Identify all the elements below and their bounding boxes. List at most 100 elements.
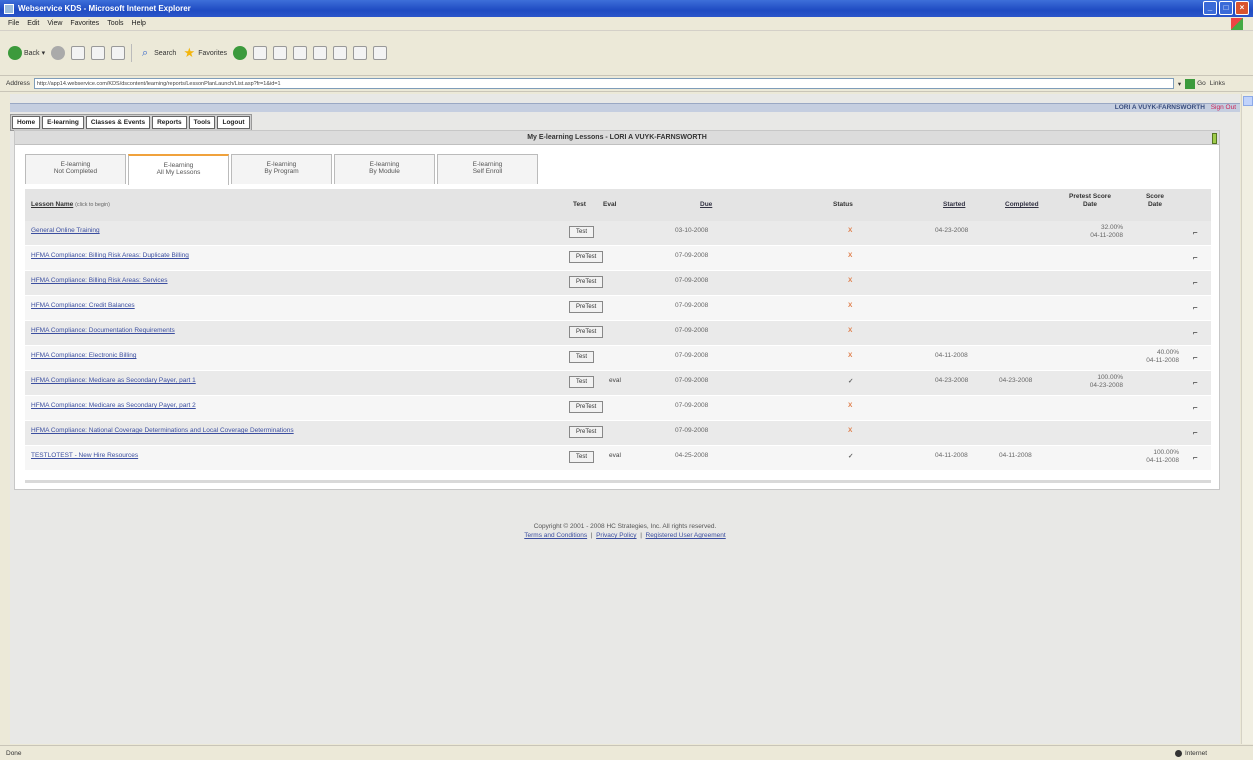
signout-link[interactable]: Sign Out bbox=[1211, 104, 1236, 111]
links-button[interactable]: Links bbox=[1210, 80, 1225, 87]
history-icon[interactable] bbox=[253, 46, 268, 60]
test-button[interactable]: Test bbox=[569, 451, 595, 463]
status-mark: X bbox=[848, 402, 853, 409]
nav-elearning[interactable]: E-learning bbox=[42, 116, 84, 129]
edit-icon[interactable] bbox=[313, 46, 328, 60]
research-icon[interactable] bbox=[353, 46, 368, 60]
test-button[interactable]: PreTest bbox=[569, 276, 604, 288]
test-button[interactable]: PreTest bbox=[569, 301, 604, 313]
lesson-name-link[interactable]: HFMA Compliance: Credit Balances bbox=[31, 302, 135, 309]
scroll-thumb[interactable] bbox=[1243, 96, 1253, 106]
nav-logout[interactable]: Logout bbox=[217, 116, 250, 129]
lesson-name-link[interactable]: HFMA Compliance: Documentation Requireme… bbox=[31, 327, 175, 334]
status-mark: ✓ bbox=[848, 453, 854, 460]
certificate-icon[interactable]: ⌐ bbox=[1193, 253, 1198, 262]
media-icon[interactable] bbox=[233, 46, 248, 60]
pretest-score: 100.00% 04-23-2008 bbox=[1089, 374, 1123, 389]
go-button[interactable]: Go bbox=[1185, 78, 1206, 89]
forward-button[interactable] bbox=[51, 46, 66, 60]
lesson-name-link[interactable]: HFMA Compliance: Electronic Billing bbox=[31, 352, 136, 359]
table-row: HFMA Compliance: Documentation Requireme… bbox=[25, 321, 1211, 346]
due-date: 07-09-2008 bbox=[675, 352, 709, 359]
test-button[interactable]: PreTest bbox=[569, 326, 604, 338]
col-score: Score Date bbox=[1145, 193, 1165, 208]
messenger-icon[interactable] bbox=[373, 46, 388, 60]
address-input[interactable]: http://app14.webservice.com/KDS/dsconten… bbox=[33, 78, 1174, 89]
table-body: General Online Training Test 03-10-2008 X 04… bbox=[25, 221, 1211, 471]
tab-by-program[interactable]: E-learning By Program bbox=[231, 154, 332, 184]
window-controls: _ □ × bbox=[1203, 1, 1249, 15]
test-button[interactable]: PreTest bbox=[569, 251, 604, 263]
refresh-icon[interactable] bbox=[91, 46, 106, 60]
maximize-button[interactable]: □ bbox=[1219, 1, 1233, 15]
status-mark: X bbox=[848, 302, 853, 309]
nav-classes-events[interactable]: Classes & Events bbox=[85, 116, 151, 129]
test-button[interactable]: Test bbox=[569, 376, 595, 388]
tab-by-module[interactable]: E-learning By Module bbox=[334, 154, 435, 184]
lesson-name-link[interactable]: General Online Training bbox=[31, 227, 100, 234]
status-mark: X bbox=[848, 252, 853, 259]
col-due[interactable]: Due bbox=[700, 201, 712, 208]
menu-tools[interactable]: Tools bbox=[107, 20, 123, 27]
lesson-name-link[interactable]: HFMA Compliance: Medicare as Secondary P… bbox=[31, 377, 196, 384]
menu-favorites[interactable]: Favorites bbox=[70, 20, 99, 27]
back-button[interactable]: Back ▾ bbox=[8, 46, 45, 60]
test-button[interactable]: Test bbox=[569, 226, 595, 238]
due-date: 07-09-2008 bbox=[675, 427, 709, 434]
print-icon[interactable] bbox=[293, 46, 308, 60]
eval-link[interactable]: eval bbox=[609, 377, 621, 384]
certificate-icon[interactable]: ⌐ bbox=[1193, 353, 1198, 362]
nav-tools[interactable]: Tools bbox=[188, 116, 216, 129]
privacy-link[interactable]: Privacy Policy bbox=[596, 532, 636, 539]
lessons-table: Lesson Name (click to begin) Test Eval D… bbox=[25, 189, 1211, 471]
security-zone: Internet bbox=[1174, 749, 1207, 757]
menu-edit[interactable]: Edit bbox=[27, 20, 39, 27]
tab-not-completed[interactable]: E-learning Not Completed bbox=[25, 154, 126, 184]
home-icon[interactable] bbox=[111, 46, 126, 60]
menu-help[interactable]: Help bbox=[132, 20, 146, 27]
forward-arrow-icon bbox=[51, 46, 66, 60]
tab-self-enroll[interactable]: E-learning Self Enroll bbox=[437, 154, 538, 184]
test-button[interactable]: PreTest bbox=[569, 426, 604, 438]
lesson-name-link[interactable]: HFMA Compliance: National Coverage Deter… bbox=[31, 427, 294, 434]
certificate-icon[interactable]: ⌐ bbox=[1193, 278, 1198, 287]
address-dropdown-icon[interactable]: ▾ bbox=[1178, 80, 1181, 88]
lesson-name-link[interactable]: HFMA Compliance: Billing Risk Areas: Ser… bbox=[31, 277, 168, 284]
certificate-icon[interactable]: ⌐ bbox=[1193, 303, 1198, 312]
lesson-name-link[interactable]: HFMA Compliance: Medicare as Secondary P… bbox=[31, 402, 196, 409]
search-button[interactable]: ⌕ Search bbox=[138, 46, 176, 60]
lesson-name-link[interactable]: TESTLOTEST - New Hire Resources bbox=[31, 452, 138, 459]
eval-link[interactable]: eval bbox=[609, 452, 621, 459]
nav-home[interactable]: Home bbox=[12, 116, 41, 129]
table-row: General Online Training Test 03-10-2008 X 04… bbox=[25, 221, 1211, 246]
close-button[interactable]: × bbox=[1235, 1, 1249, 15]
status-mark: ✓ bbox=[848, 378, 854, 385]
terms-link[interactable]: Terms and Conditions bbox=[524, 532, 587, 539]
vertical-scrollbar[interactable] bbox=[1241, 94, 1253, 744]
folder-icon[interactable] bbox=[333, 46, 348, 60]
mail-icon[interactable] bbox=[273, 46, 288, 60]
test-button[interactable]: Test bbox=[569, 351, 595, 363]
favorites-button[interactable]: ★ Favorites bbox=[182, 46, 227, 60]
lesson-name-link[interactable]: HFMA Compliance: Billing Risk Areas: Dup… bbox=[31, 252, 189, 259]
tab-all-my-lessons[interactable]: E-learning All My Lessons bbox=[128, 154, 229, 185]
certificate-icon[interactable]: ⌐ bbox=[1193, 453, 1198, 462]
agreement-link[interactable]: Registered User Agreement bbox=[646, 532, 726, 539]
menu-file[interactable]: File bbox=[8, 20, 19, 27]
col-completed[interactable]: Completed bbox=[1005, 201, 1039, 208]
minimize-button[interactable]: _ bbox=[1203, 1, 1217, 15]
status-mark: X bbox=[848, 352, 853, 359]
test-button[interactable]: PreTest bbox=[569, 401, 604, 413]
nav-reports[interactable]: Reports bbox=[152, 116, 187, 129]
stop-icon[interactable] bbox=[71, 46, 86, 60]
col-lesson-name[interactable]: Lesson Name (click to begin) bbox=[31, 201, 110, 208]
certificate-icon[interactable]: ⌐ bbox=[1193, 428, 1198, 437]
due-date: 07-09-2008 bbox=[675, 377, 709, 384]
menu-view[interactable]: View bbox=[47, 20, 62, 27]
started-date: 04-23-2008 bbox=[935, 377, 969, 384]
certificate-icon[interactable]: ⌐ bbox=[1193, 328, 1198, 337]
certificate-icon[interactable]: ⌐ bbox=[1193, 228, 1198, 237]
col-started[interactable]: Started bbox=[943, 201, 965, 208]
certificate-icon[interactable]: ⌐ bbox=[1193, 378, 1198, 387]
certificate-icon[interactable]: ⌐ bbox=[1193, 403, 1198, 412]
